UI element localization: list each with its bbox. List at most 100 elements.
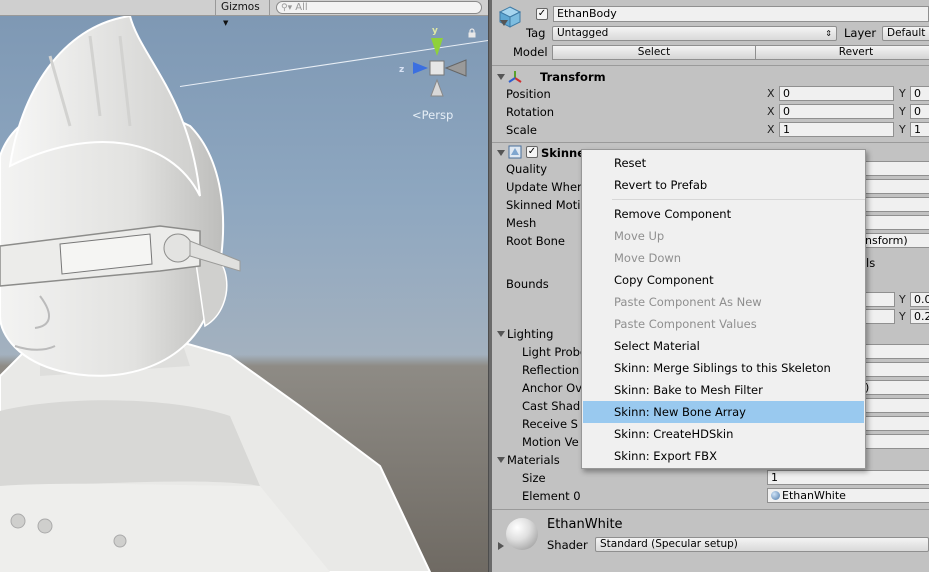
- search-placeholder: All: [295, 2, 308, 13]
- tag-value: Untagged: [557, 27, 609, 39]
- persp-label[interactable]: <Persp: [412, 108, 453, 122]
- menu-item-revert-to-prefab[interactable]: Revert to Prefab: [583, 174, 864, 196]
- quality-label: Quality: [506, 162, 548, 176]
- update-when-label: Update When: [506, 180, 585, 194]
- object-name-field[interactable]: EthanBody: [553, 6, 929, 22]
- root-bone-value: nsform): [865, 234, 908, 247]
- rotation-label: Rotation: [506, 105, 555, 119]
- menu-item-paste-component-as-new[interactable]: Paste Component As New: [583, 291, 864, 313]
- transform-axes-icon: [508, 71, 522, 83]
- transform-foldout-icon[interactable]: [497, 74, 505, 80]
- gizmo-x-cone[interactable]: [444, 59, 467, 77]
- light-probes-label: Light Probe: [522, 345, 587, 359]
- bounds-extent-x-field[interactable]: [865, 309, 895, 324]
- model-select-button[interactable]: Select: [552, 45, 756, 60]
- tag-dropdown[interactable]: Untagged ⇕: [552, 26, 837, 41]
- scene-search-input[interactable]: ⚲▾ All: [276, 1, 482, 14]
- header-foldout-icon[interactable]: [500, 20, 508, 26]
- lighting-label: Lighting: [507, 327, 554, 341]
- position-x-field[interactable]: 0: [779, 86, 894, 101]
- element0-field[interactable]: EthanWhite: [767, 488, 929, 503]
- gizmo-neg-y-cone[interactable]: [430, 78, 444, 97]
- gizmo-z-label: z: [399, 65, 404, 75]
- mesh-label: Mesh: [506, 216, 537, 230]
- transform-title: Transform: [540, 70, 606, 84]
- axis-y-label: Y: [899, 293, 906, 306]
- lock-icon[interactable]: [467, 28, 477, 38]
- skinned-mesh-icon: [508, 145, 522, 159]
- bounds-label: Bounds: [506, 277, 549, 291]
- menu-item-select-material[interactable]: Select Material: [583, 335, 864, 357]
- anchor-override-label: Anchor Ov: [522, 381, 583, 395]
- position-label: Position: [506, 87, 551, 101]
- element0-value: EthanWhite: [782, 489, 846, 502]
- material-ball-icon: [771, 491, 780, 500]
- menu-item-skinn-merge-siblings[interactable]: Skinn: Merge Siblings to this Skeleton: [583, 357, 864, 379]
- gizmo-y-cone[interactable]: [431, 38, 443, 56]
- menu-item-skinn-create-hd-skin[interactable]: Skinn: CreateHDSkin: [583, 423, 864, 445]
- menu-item-copy-component[interactable]: Copy Component: [583, 269, 864, 291]
- skinned-enabled-checkbox[interactable]: ✓: [526, 146, 538, 158]
- menu-item-remove-component[interactable]: Remove Component: [583, 203, 864, 225]
- layer-dropdown[interactable]: Default: [882, 26, 929, 41]
- axis-x-label: X: [767, 105, 775, 118]
- model-label: Model: [513, 45, 548, 59]
- bounds-center-x-field[interactable]: [865, 292, 895, 307]
- persp-arrow-icon: <: [412, 108, 422, 122]
- axis-y-label: Y: [899, 87, 906, 100]
- orientation-gizmo[interactable]: y z: [398, 24, 470, 102]
- shader-dropdown[interactable]: Standard (Specular setup): [595, 537, 929, 552]
- scale-x-field[interactable]: 1: [779, 122, 894, 137]
- gizmos-label: Gizmos: [221, 1, 260, 13]
- shader-label: Shader: [547, 538, 588, 552]
- layer-label: Layer: [844, 26, 877, 40]
- bounds-extent-y-field[interactable]: 0.2: [910, 309, 929, 324]
- scale-y-field[interactable]: 1: [910, 122, 929, 137]
- axis-x-label: X: [767, 123, 775, 136]
- skinned-foldout-icon[interactable]: [497, 150, 505, 156]
- gizmo-z-cone[interactable]: [413, 62, 428, 74]
- materials-size-field[interactable]: 1: [767, 470, 929, 485]
- axis-y-label: Y: [899, 105, 906, 118]
- menu-item-reset[interactable]: Reset: [583, 152, 864, 174]
- motion-vectors-label: Motion Ve: [522, 435, 579, 449]
- updown-arrow-icon: ⇕: [825, 29, 832, 38]
- material-name: EthanWhite: [547, 517, 623, 532]
- position-y-field[interactable]: 0: [910, 86, 929, 101]
- divider: [492, 142, 929, 143]
- materials-foldout-icon[interactable]: [497, 457, 505, 463]
- receive-shadows-label: Receive S: [522, 417, 578, 431]
- scene-view[interactable]: Gizmos ▼ ⚲▾ All y z <Persp: [0, 0, 488, 572]
- menu-item-skinn-bake-to-mesh-filter[interactable]: Skinn: Bake to Mesh Filter: [583, 379, 864, 401]
- model-revert-button[interactable]: Revert: [755, 45, 929, 60]
- size-label: Size: [522, 471, 546, 485]
- active-checkbox[interactable]: ✓: [536, 8, 548, 20]
- tag-label: Tag: [526, 26, 546, 40]
- menu-item-move-up[interactable]: Move Up: [583, 225, 864, 247]
- gizmos-dropdown[interactable]: Gizmos ▼: [215, 0, 270, 27]
- axis-y-label: Y: [899, 123, 906, 136]
- element0-label: Element 0: [522, 489, 581, 503]
- gizmo-center-cube[interactable]: [429, 60, 445, 76]
- bounds-center-y-field[interactable]: 0.0: [910, 292, 929, 307]
- skinned-title: Skinned Mesh Renderer: [541, 146, 581, 160]
- root-bone-label: Root Bone: [506, 234, 565, 248]
- divider: [492, 65, 929, 66]
- rotation-y-field[interactable]: 0: [910, 104, 929, 119]
- rotation-x-field[interactable]: 0: [779, 104, 894, 119]
- lighting-foldout-icon[interactable]: [497, 331, 505, 337]
- axis-x-label: X: [767, 87, 775, 100]
- cast-shadows-label: Cast Shad: [522, 399, 581, 413]
- divider: [492, 509, 929, 510]
- axis-y-label: Y: [899, 310, 906, 323]
- material-preview-sphere: [506, 518, 538, 550]
- search-icon: ⚲▾: [281, 3, 293, 13]
- menu-item-skinn-new-bone-array[interactable]: Skinn: New Bone Array: [583, 401, 864, 423]
- material-foldout-icon[interactable]: [498, 542, 504, 550]
- gizmo-y-label: y: [432, 26, 438, 36]
- menu-item-move-down[interactable]: Move Down: [583, 247, 864, 269]
- menu-item-skinn-export-fbx[interactable]: Skinn: Export FBX: [583, 445, 864, 467]
- menu-separator: [612, 199, 865, 200]
- menu-item-paste-component-values[interactable]: Paste Component Values: [583, 313, 864, 335]
- reflection-label: Reflection: [522, 363, 580, 377]
